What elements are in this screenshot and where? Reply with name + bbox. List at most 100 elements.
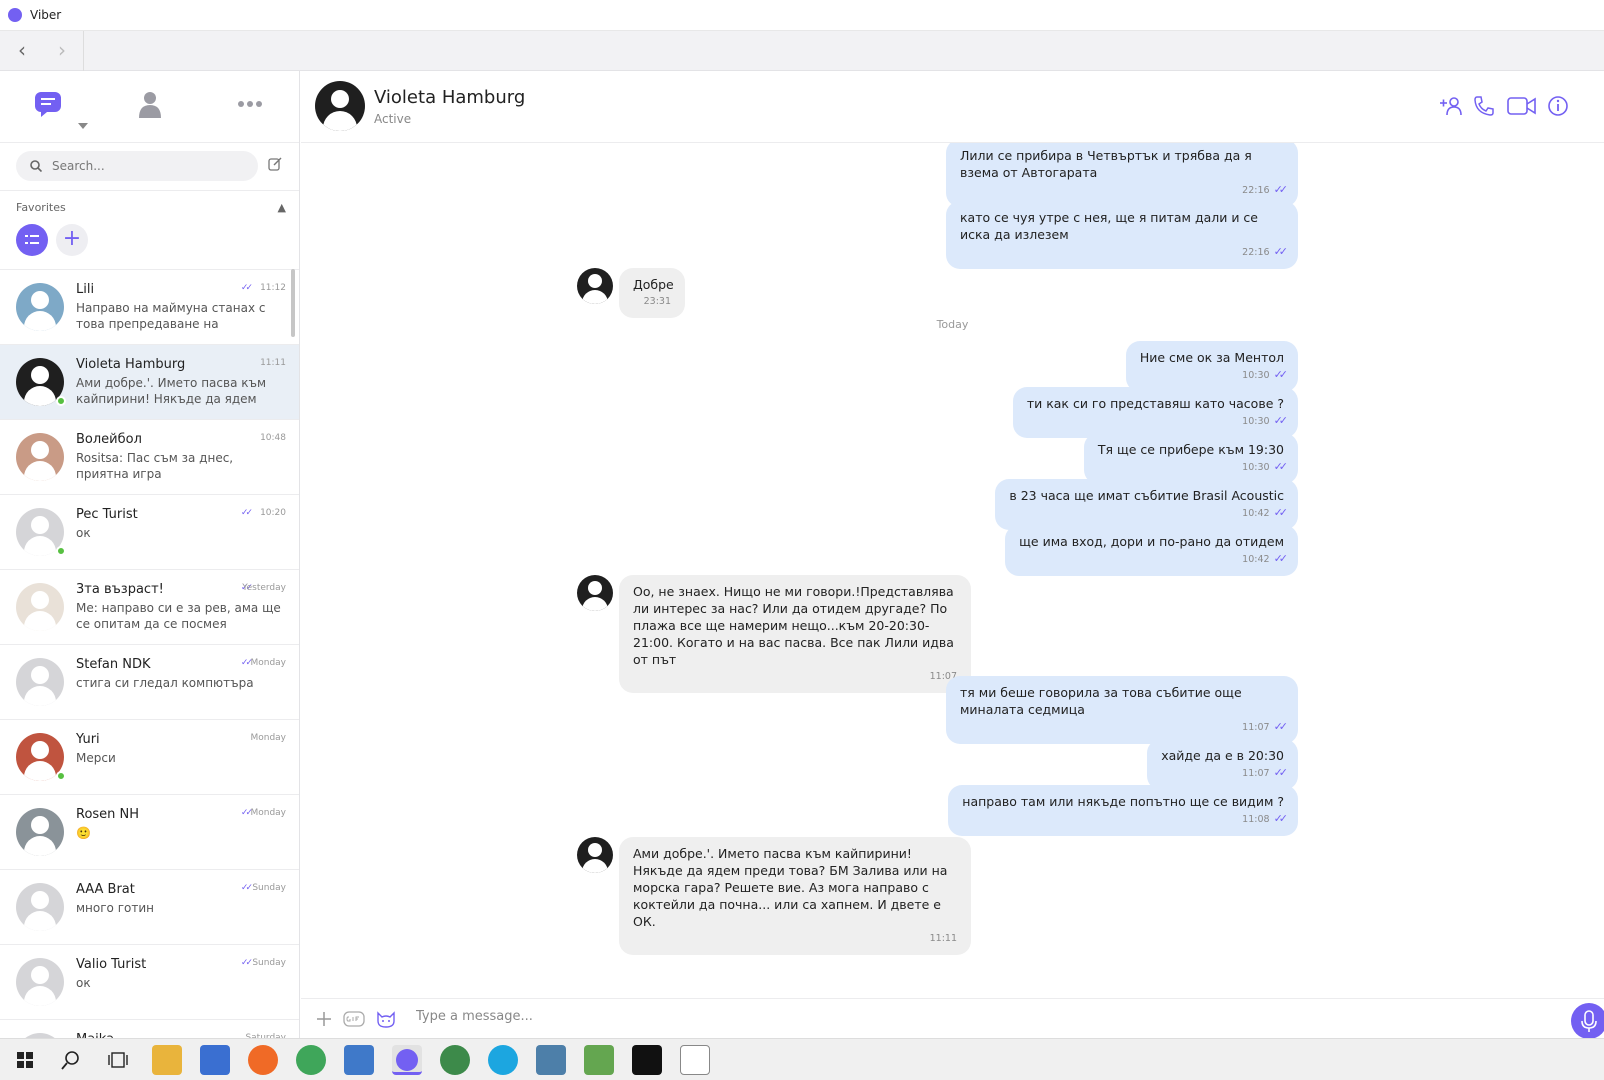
outgoing-message[interactable]: ще има вход, дори и по-рано да отидем 10:…: [1005, 525, 1298, 576]
outgoing-message[interactable]: Лили се прибира в Четвъртък и трябва да …: [946, 143, 1298, 207]
message-text: ще има вход, дори и по-рано да отидем: [1019, 534, 1284, 549]
incoming-message[interactable]: Оо, не знаех. Нищо не ми говори.!Предста…: [619, 575, 971, 693]
chats-icon[interactable]: [33, 89, 63, 119]
read-ticks-icon: ✓✓: [240, 508, 253, 518]
outgoing-message[interactable]: в 23 часа ще имат събитие Brasil Acousti…: [995, 479, 1298, 530]
message-time: 10:42: [1242, 554, 1270, 565]
chat-name: 3та възраст!: [76, 582, 164, 597]
chrome-icon[interactable]: [296, 1045, 326, 1075]
seen-ticks-icon: ✓✓: [1273, 506, 1289, 519]
notepad-icon[interactable]: [584, 1045, 614, 1075]
chat-list-item[interactable]: Pec Turist ✓✓ 10:20 ок: [0, 494, 299, 569]
seen-ticks-icon: ✓✓: [1273, 368, 1289, 381]
search-box[interactable]: [16, 151, 258, 181]
sidebar-scrollbar[interactable]: [291, 269, 295, 337]
outgoing-message[interactable]: като се чуя утре с нея, ще я питам дали …: [946, 201, 1298, 269]
chat-time: 10:48: [260, 433, 286, 443]
task-view-icon[interactable]: [103, 1045, 133, 1075]
sender-avatar[interactable]: [577, 837, 613, 873]
message-time: 22:16: [1242, 247, 1270, 258]
hs-app-icon[interactable]: [440, 1045, 470, 1075]
chat-preview: Направо на маймуна станах с това препред…: [76, 301, 266, 331]
nav-divider: [83, 31, 84, 71]
add-favorite-button[interactable]: +: [56, 224, 88, 256]
solitaire-icon[interactable]: [680, 1045, 710, 1075]
virtualbox-icon[interactable]: [344, 1045, 374, 1075]
search-input[interactable]: [52, 159, 232, 173]
viber-taskbar-icon[interactable]: [392, 1045, 422, 1075]
chat-list-item[interactable]: Violeta Hamburg 11:11 Ами добре.'. Името п…: [0, 344, 299, 419]
avatar: [16, 583, 64, 631]
phone-call-icon[interactable]: [1473, 95, 1495, 117]
sticker-icon[interactable]: [376, 1009, 396, 1029]
gif-icon[interactable]: [343, 1011, 365, 1027]
compose-icon[interactable]: [268, 157, 282, 171]
outgoing-message[interactable]: Ние сме ок за Ментол 10:30 ✓✓: [1125, 341, 1298, 392]
avatar: [16, 808, 64, 856]
contacts-icon[interactable]: [137, 89, 163, 119]
chat-list-item[interactable]: MaikaSaturday: [0, 1019, 299, 1038]
chat-name: Violeta Hamburg: [76, 357, 186, 372]
firefox-icon[interactable]: [248, 1045, 278, 1075]
message-meta: 10:42 ✓✓: [1009, 504, 1289, 522]
info-icon[interactable]: [1547, 95, 1569, 117]
message-input[interactable]: [416, 1009, 1316, 1024]
seen-ticks-icon: ✓✓: [1273, 812, 1289, 825]
plus-icon[interactable]: [316, 1011, 332, 1027]
chat-list-item[interactable]: Rosen NH ✓✓ Monday 🙂: [0, 794, 299, 869]
favorites-list-button[interactable]: [16, 224, 48, 256]
incoming-message[interactable]: Добре 23:31: [619, 268, 685, 318]
remote-desktop-icon[interactable]: [536, 1045, 566, 1075]
contact-name[interactable]: Violeta Hamburg: [374, 87, 525, 108]
add-participant-icon[interactable]: [1439, 95, 1463, 117]
read-ticks-icon: ✓✓: [240, 958, 253, 968]
video-call-icon[interactable]: [1507, 95, 1537, 117]
read-ticks-icon: ✓✓: [240, 808, 253, 818]
back-arrow-icon[interactable]: ‹: [10, 39, 34, 63]
voice-message-button[interactable]: [1571, 1003, 1604, 1039]
search-icon[interactable]: [56, 1045, 86, 1075]
network-app-icon[interactable]: [200, 1045, 230, 1075]
message-meta: 11:07 ✓✓: [1161, 764, 1288, 782]
chat-list-item[interactable]: Lili ✓✓ 11:12 Направо на маймуна станах с т…: [0, 269, 299, 344]
chevron-down-icon[interactable]: [78, 123, 88, 129]
terminal-icon[interactable]: [632, 1045, 662, 1075]
sender-avatar[interactable]: [577, 268, 613, 304]
message-time: 10:42: [1242, 508, 1270, 519]
chevron-up-icon[interactable]: ▲: [278, 201, 286, 214]
contact-avatar[interactable]: [315, 81, 365, 131]
favorites-header[interactable]: Favorites ▲: [0, 190, 299, 214]
chat-time: Monday: [250, 808, 286, 818]
chat-preview: Rositsa: Пас съм за днес, приятна игра: [76, 451, 234, 481]
day-separator: Today: [936, 318, 969, 331]
chat-name: AAA Brat: [76, 882, 135, 897]
file-explorer-icon[interactable]: [152, 1045, 182, 1075]
avatar: [16, 658, 64, 706]
chat-name: Rosen NH: [76, 807, 140, 822]
chat-list: Lili ✓✓ 11:12 Направо на маймуна станах с т…: [0, 269, 299, 1038]
outgoing-message[interactable]: тя ми беше говорила за това събитие още …: [946, 676, 1298, 744]
chat-preview: 🙂: [76, 826, 91, 840]
outgoing-message[interactable]: направо там или някъде попътно ще се вид…: [948, 785, 1298, 836]
sender-avatar[interactable]: [577, 575, 613, 611]
outgoing-message[interactable]: Тя ще се прибере към 19:30 10:30 ✓✓: [1083, 433, 1298, 484]
outgoing-message[interactable]: хайде да е в 20:30 11:07 ✓✓: [1147, 739, 1298, 790]
incoming-message[interactable]: Ами добре.'. Името пасва към кайпирини! …: [619, 837, 971, 955]
sidebar-top-icons: [0, 71, 299, 143]
chat-time: Monday: [250, 733, 286, 743]
message-meta: 10:30 ✓✓: [1098, 458, 1288, 476]
chat-list-item[interactable]: AAA Brat ✓✓ Sunday много готин: [0, 869, 299, 944]
windows-start-icon[interactable]: [10, 1045, 40, 1075]
forward-arrow-icon[interactable]: ›: [50, 39, 74, 63]
chat-list-item[interactable]: Волейбол 10:48 Rositsa: Пас съм за днес, п…: [0, 419, 299, 494]
chat-list-item[interactable]: Yuri Monday Мерси: [0, 719, 299, 794]
online-indicator: [56, 396, 66, 406]
outgoing-message[interactable]: ти как си го представяш като часове ? 10:…: [1012, 387, 1298, 438]
chat-list-item[interactable]: Stefan NDK ✓✓ Monday стига си гледал компют…: [0, 644, 299, 719]
chat-list-item[interactable]: 3та възраст! ✓✓ Yesterday Me: направо си е …: [0, 569, 299, 644]
seen-ticks-icon: ✓✓: [1273, 183, 1289, 196]
skype-icon[interactable]: [488, 1045, 518, 1075]
online-indicator: [56, 546, 66, 556]
more-icon[interactable]: [237, 99, 263, 109]
chat-list-item[interactable]: Valio Turist ✓✓ Sunday ок: [0, 944, 299, 1019]
